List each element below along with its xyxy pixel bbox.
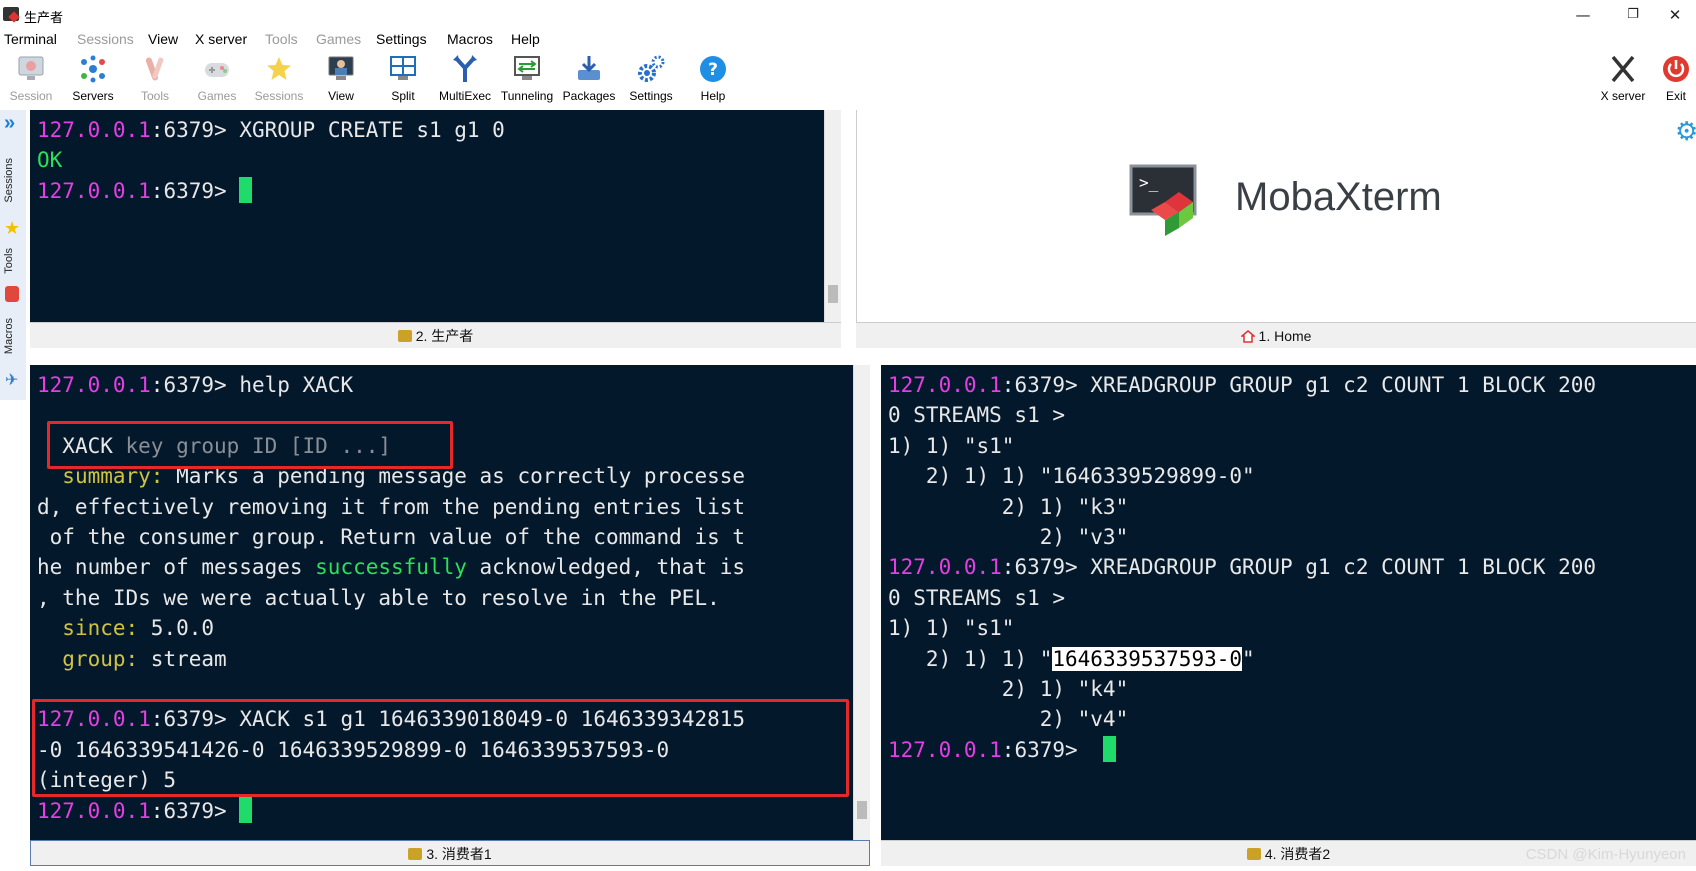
highlight-box-xack — [32, 699, 849, 797]
menu-bar: Terminal Sessions View X server Tools Ga… — [0, 30, 1696, 52]
terminal-output: 127.0.0.1:6379> XREADGROUP GROUP g1 c2 C… — [888, 373, 1597, 762]
terminal-tab-icon — [408, 848, 423, 860]
selected-message-id: 1646339537593-0 — [1052, 646, 1243, 671]
home-icon — [1240, 330, 1255, 343]
consumer1-scrollbar[interactable] — [853, 365, 870, 840]
servers-icon — [78, 54, 108, 84]
gear-icon — [636, 54, 666, 84]
packages-button[interactable]: Packages — [558, 52, 620, 106]
mobaxterm-logo: >_ — [1129, 164, 1197, 236]
multiexec-button[interactable]: MultiExec — [434, 52, 496, 106]
left-sidebar: » Sessions ★ Tools Macros ✈ — [0, 110, 26, 400]
scrollbar-thumb[interactable] — [857, 801, 867, 819]
session-button[interactable]: Session — [0, 52, 62, 106]
split-button[interactable]: Split — [372, 52, 434, 106]
sidebar-tab-tools[interactable]: Tools — [3, 248, 15, 274]
split-icon — [388, 54, 418, 84]
star-icon — [264, 54, 294, 84]
terminal-cursor — [239, 176, 253, 203]
menu-help[interactable]: Help — [511, 31, 540, 47]
ok-response: OK — [37, 148, 63, 173]
expand-sidebar-icon[interactable]: » — [4, 112, 15, 135]
tab-home[interactable]: 1. Home — [856, 322, 1696, 348]
help-icon: ? — [698, 54, 728, 84]
title-bar: 生产者 — ❐ ✕ — [0, 0, 1696, 30]
menu-games[interactable]: Games — [316, 31, 361, 47]
brand-name: MobaXterm — [1235, 175, 1442, 219]
view-button[interactable]: View — [310, 52, 372, 106]
highlight-box-syntax — [47, 421, 453, 469]
terminal-pane-producer[interactable]: 127.0.0.1:6379> XGROUP CREATE s1 g1 0 OK… — [30, 110, 824, 322]
home-pane: >_ MobaXterm ⚙ — [856, 110, 1696, 322]
xserver-button[interactable]: X server — [1592, 52, 1654, 106]
close-button[interactable]: ✕ — [1652, 2, 1696, 28]
home-settings-gear-icon[interactable]: ⚙ — [1675, 116, 1696, 147]
packages-icon — [574, 54, 604, 84]
menu-sessions[interactable]: Sessions — [77, 31, 134, 47]
tools-button[interactable]: Tools — [124, 52, 186, 106]
menu-settings[interactable]: Settings — [376, 31, 427, 47]
sidebar-tab-macros[interactable]: Macros — [3, 318, 15, 354]
terminal-cursor — [239, 796, 253, 823]
restore-button[interactable]: ❐ — [1610, 2, 1656, 28]
multiexec-icon — [450, 54, 480, 84]
producer-scrollbar[interactable] — [824, 110, 841, 322]
tab-producer[interactable]: 2. 生产者 — [30, 322, 841, 348]
tunneling-button[interactable]: Tunneling — [496, 52, 558, 106]
terminal-pane-consumer2[interactable]: 127.0.0.1:6379> XREADGROUP GROUP g1 c2 C… — [881, 365, 1696, 840]
star-icon: ★ — [4, 218, 21, 238]
power-icon — [1661, 54, 1691, 84]
terminal-tab-icon — [397, 330, 412, 342]
tab-consumer1[interactable]: 3. 消费者1 — [30, 840, 870, 866]
terminal-tab-icon — [1246, 848, 1261, 860]
minimize-button[interactable]: — — [1560, 2, 1606, 28]
tools-icon — [140, 54, 170, 84]
gamepad-icon — [202, 54, 232, 84]
view-icon — [326, 54, 356, 84]
terminal-cursor — [1102, 735, 1116, 762]
svg-text:>_: >_ — [1139, 173, 1159, 192]
window-title: 生产者 — [24, 10, 64, 25]
help-button[interactable]: ? Help — [682, 52, 744, 106]
macros-icon: ✈ — [5, 372, 19, 389]
terminal-output: 127.0.0.1:6379> XGROUP CREATE s1 g1 0 OK… — [37, 118, 505, 203]
terminal-pane-consumer1[interactable]: 127.0.0.1:6379> help XACK XACK key group… — [30, 365, 853, 840]
toolbar: Session Servers Tools Games Sessions Vie… — [0, 52, 1696, 106]
watermark: CSDN @Kim-Hyunyeon — [1525, 846, 1686, 863]
sessions-button[interactable]: Sessions — [248, 52, 310, 106]
xserver-icon — [1608, 54, 1638, 84]
settings-button[interactable]: Settings — [620, 52, 682, 106]
app-icon — [3, 7, 19, 21]
games-button[interactable]: Games — [186, 52, 248, 106]
menu-xserver[interactable]: X server — [195, 31, 247, 47]
svg-text:?: ? — [708, 60, 718, 80]
menu-view[interactable]: View — [148, 31, 178, 47]
menu-tools[interactable]: Tools — [265, 31, 298, 47]
menu-macros[interactable]: Macros — [447, 31, 493, 47]
command-text: XGROUP CREATE s1 g1 0 — [239, 118, 505, 142]
tunneling-icon — [512, 54, 542, 84]
sidebar-tab-sessions[interactable]: Sessions — [3, 158, 15, 203]
scrollbar-thumb[interactable] — [828, 285, 838, 303]
tools-icon — [5, 286, 19, 302]
servers-button[interactable]: Servers — [62, 52, 124, 106]
session-icon — [16, 54, 46, 84]
exit-button[interactable]: Exit — [1656, 52, 1696, 106]
menu-terminal[interactable]: Terminal — [4, 31, 57, 47]
